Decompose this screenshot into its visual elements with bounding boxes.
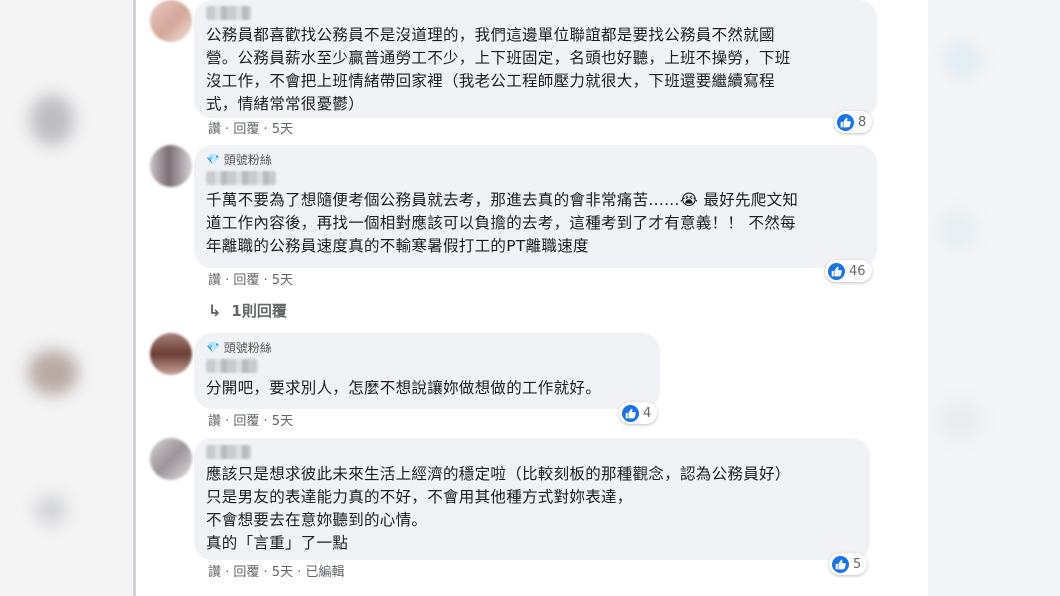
- like-count: 5: [853, 556, 862, 572]
- diamond-icon: 💎: [206, 341, 220, 354]
- replies-label: 1則回覆: [231, 302, 287, 320]
- blurred-avatar-shape: [28, 350, 78, 395]
- avatar[interactable]: [150, 333, 192, 375]
- avatar[interactable]: [150, 438, 192, 480]
- like-count: 46: [849, 263, 866, 279]
- like-icon: [828, 262, 845, 280]
- author-name[interactable]: [206, 6, 251, 20]
- badge-label: 頭號粉絲: [223, 341, 272, 355]
- comment-text: 分開吧，要求別人，怎麼不想說讓妳做想做的工作就好。: [206, 379, 602, 397]
- like-icon: [837, 113, 854, 131]
- like-icon: [622, 404, 639, 422]
- like-count: 4: [643, 405, 652, 421]
- author-name[interactable]: [206, 445, 251, 459]
- comment-bubble: 💎 頭號粉絲 千萬不要為了想隨便考個公務員就去考，那進去真的會非常痛苦.....…: [194, 145, 877, 268]
- like-count: 8: [858, 114, 867, 130]
- view-replies-link[interactable]: ↳ 1則回覆: [208, 300, 287, 321]
- avatar[interactable]: [150, 145, 192, 187]
- blurred-shape: [938, 210, 978, 250]
- like-icon: [832, 555, 849, 573]
- author-name[interactable]: [206, 359, 258, 373]
- comment-actions[interactable]: 讚 · 回覆 · 5天: [208, 272, 293, 290]
- avatar[interactable]: [150, 0, 192, 42]
- author-name[interactable]: [206, 171, 276, 185]
- blurred-avatar-shape: [35, 495, 67, 525]
- comment-text: 應該只是想求彼此未來生活上經濟的穩定啦（比較刻板的那種觀念，認為公務員好） 只是…: [206, 465, 791, 552]
- reaction-count[interactable]: 4: [619, 402, 658, 424]
- reply-arrow-icon: ↳: [208, 301, 222, 320]
- reaction-count[interactable]: 5: [829, 553, 868, 575]
- blurred-avatar-shape: [30, 95, 74, 145]
- top-fan-badge: 💎 頭號粉絲: [206, 152, 865, 168]
- blurred-background-left: [0, 0, 133, 596]
- reaction-count[interactable]: 46: [825, 260, 872, 282]
- comment-actions[interactable]: 讚 · 回覆 · 5天: [208, 121, 293, 139]
- comment-text: 千萬不要為了想隨便考個公務員就去考，那進去真的會非常痛苦......😭 最好先爬…: [206, 191, 799, 255]
- comment-feed: 公務員都喜歡找公務員不是沒道理的，我們這邊單位聯誼都是要找公務員不然就國 營。公…: [136, 0, 928, 596]
- blurred-background-right: [928, 0, 1060, 596]
- top-fan-badge: 💎 頭號粉絲: [206, 340, 648, 356]
- blurred-shape: [943, 40, 983, 80]
- comment-bubble: 應該只是想求彼此未來生活上經濟的穩定啦（比較刻板的那種觀念，認為公務員好） 只是…: [194, 438, 870, 560]
- reaction-count[interactable]: 8: [834, 111, 873, 133]
- blurred-shape: [938, 400, 983, 440]
- comment-bubble: 公務員都喜歡找公務員不是沒道理的，我們這邊單位聯誼都是要找公務員不然就國 營。公…: [194, 0, 877, 118]
- diamond-icon: 💎: [206, 153, 220, 166]
- comment-text: 公務員都喜歡找公務員不是沒道理的，我們這邊單位聯誼都是要找公務員不然就國 營。公…: [206, 26, 791, 113]
- comment-bubble: 💎 頭號粉絲 分開吧，要求別人，怎麼不想說讓妳做想做的工作就好。: [194, 333, 660, 409]
- comment-actions[interactable]: 讚 · 回覆 · 5天: [208, 413, 293, 431]
- badge-label: 頭號粉絲: [223, 153, 272, 167]
- comment-actions[interactable]: 讚 · 回覆 · 5天 · 已編輯: [208, 564, 344, 582]
